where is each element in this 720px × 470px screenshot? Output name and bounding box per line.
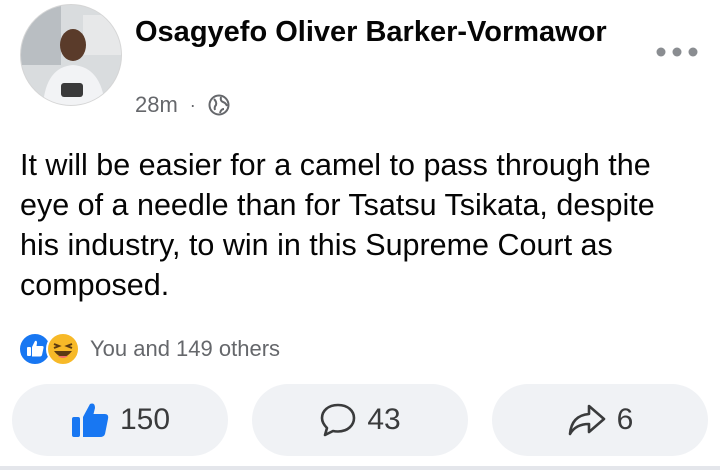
comment-count: 43 — [367, 403, 401, 436]
post-meta: 28m · — [135, 92, 230, 118]
share-icon — [568, 404, 605, 436]
like-button[interactable]: 150 — [12, 384, 228, 456]
share-button[interactable]: 6 — [492, 384, 708, 456]
share-count: 6 — [616, 403, 634, 436]
haha-reaction-icon — [46, 332, 80, 366]
post-divider — [0, 466, 720, 470]
author-name[interactable]: Osagyefo Oliver Barker-Vormawor — [135, 12, 615, 52]
more-options-icon[interactable] — [656, 38, 698, 58]
thumbs-up-icon — [71, 403, 109, 437]
reaction-summary[interactable]: You and 149 others — [18, 332, 280, 366]
reaction-summary-text: You and 149 others — [90, 336, 281, 361]
like-count: 150 — [119, 403, 171, 436]
author-avatar[interactable] — [20, 4, 122, 106]
globe-icon[interactable] — [208, 94, 230, 116]
comment-button[interactable]: 43 — [252, 384, 468, 456]
comment-icon — [321, 403, 356, 437]
more-dots — [656, 47, 698, 57]
post-timestamp[interactable]: 28m — [135, 92, 178, 118]
meta-separator: · — [189, 94, 196, 115]
avatar-photo — [21, 5, 121, 105]
post-body-text: It will be easier for a camel to pass th… — [20, 148, 655, 302]
